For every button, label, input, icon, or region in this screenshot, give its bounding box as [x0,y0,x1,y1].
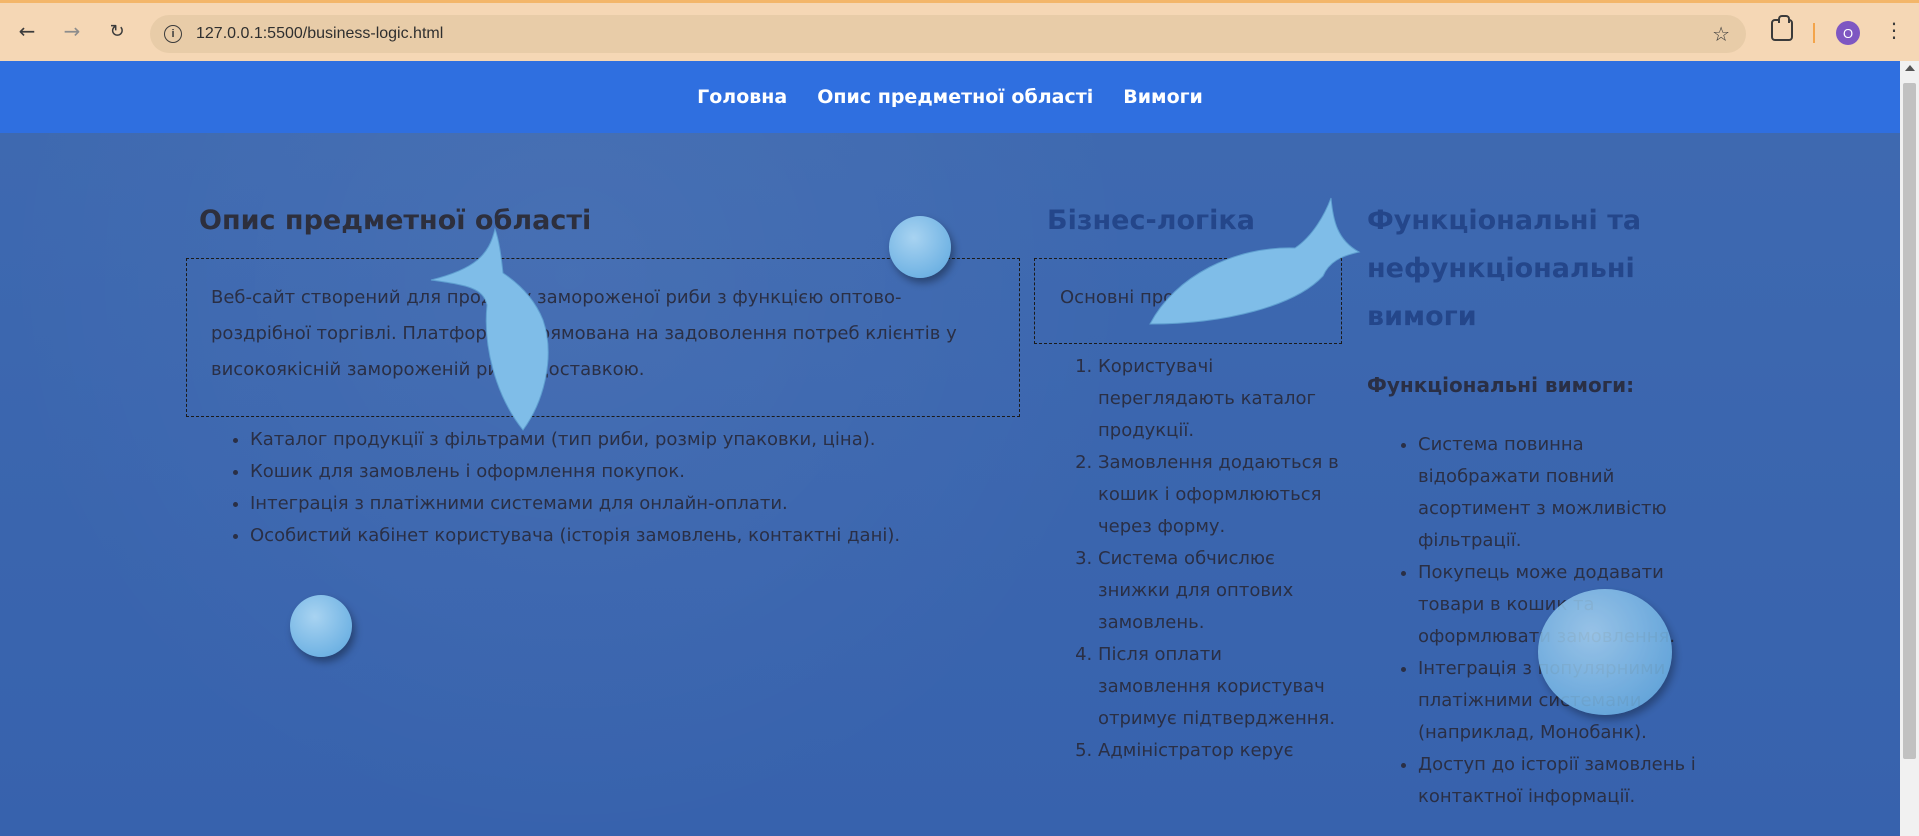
scroll-up-arrow-icon[interactable] [1905,65,1915,71]
list-item: Особистий кабінет користувача (історія з… [250,520,900,552]
page-scrollbar[interactable] [1900,61,1919,836]
nav-link-domain-description[interactable]: Опис предметної області [817,86,1093,108]
nav-link-home[interactable]: Головна [697,86,787,108]
domain-description-text: Веб-сайт створений для продажу заморожен… [211,287,957,380]
requirements-title: Функціональні та нефункціональні вимоги [1367,205,1642,332]
list-item: Інтеграція з платіжними системами для он… [250,488,900,520]
nav-link-requirements[interactable]: Вимоги [1123,86,1203,108]
profile-avatar[interactable]: O [1836,21,1860,45]
browser-toolbar: ← → ↻ i 127.0.0.1:5500/business-logic.ht… [0,0,1919,61]
address-bar[interactable]: i 127.0.0.1:5500/business-logic.html ☆ [150,15,1746,53]
extensions-puzzle-icon[interactable] [1771,15,1793,41]
site-navigation: Головна Опис предметної області Вимоги [0,61,1900,133]
bookmark-star-icon[interactable]: ☆ [1712,22,1730,46]
main-content: Опис предметної області Веб-сайт створен… [0,133,1900,836]
list-item: Замовлення додаються в кошик і оформлюют… [1098,447,1340,543]
domain-description-box: Веб-сайт створений для продажу заморожен… [186,258,1020,417]
forward-arrow-icon[interactable]: → [58,17,86,45]
fish-decoration-icon [1149,197,1361,325]
business-steps-list: Користувачі переглядають каталог продукц… [1078,351,1340,767]
bubble-decoration [889,216,951,278]
scroll-thumb[interactable] [1903,83,1916,759]
more-menu-icon[interactable]: ⋮ [1884,20,1904,40]
features-list: Каталог продукції з фільтрами (тип риби,… [250,424,900,552]
list-item: Система обчислює знижки для оптових замо… [1098,543,1340,639]
list-item: Доступ до історії замовлень і контактної… [1418,749,1698,813]
list-item: Після оплати замовлення користувач отрим… [1098,639,1340,735]
fish-decoration-icon [430,227,549,431]
back-arrow-icon[interactable]: ← [13,17,41,45]
site-info-icon[interactable]: i [164,25,182,43]
toolbar-divider [1813,23,1815,43]
bubble-decoration [290,595,352,657]
list-item: Система повинна відображати повний асорт… [1418,429,1698,557]
functional-requirements-subtitle: Функціональні вимоги: [1367,373,1635,397]
list-item: Адміністратор керує [1098,735,1340,767]
list-item: Користувачі переглядають каталог продукц… [1098,351,1340,447]
url-text[interactable]: 127.0.0.1:5500/business-logic.html [196,25,443,43]
list-item: Кошик для замовлень і оформлення покупок… [250,456,900,488]
bubble-decoration [1538,589,1672,715]
reload-icon[interactable]: ↻ [103,17,131,45]
